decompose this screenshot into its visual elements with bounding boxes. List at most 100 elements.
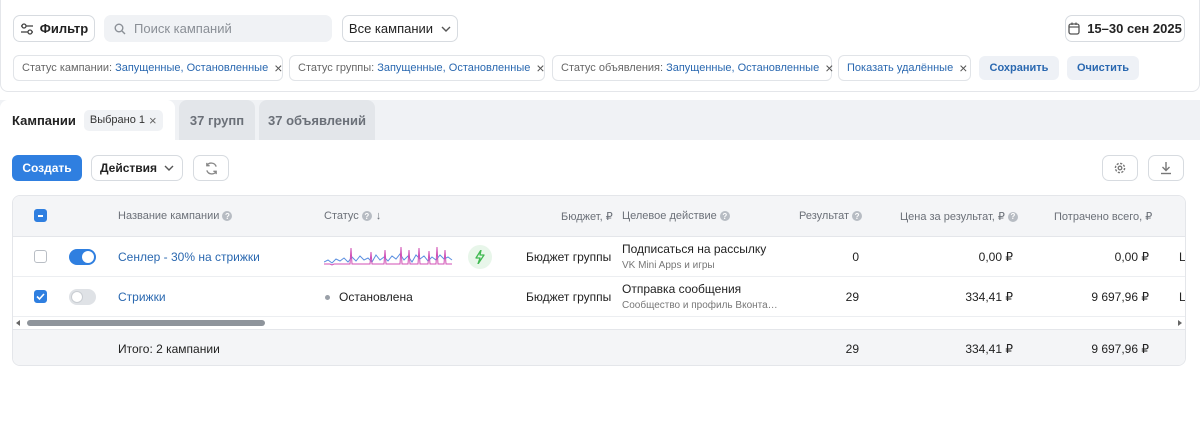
campaign-name-link[interactable]: Сенлер - 30% на стрижки <box>118 250 260 264</box>
extra-column-value: L <box>1179 250 1186 264</box>
chip-ad-status[interactable]: Статус объявления: Запущенные, Остановле… <box>552 55 833 81</box>
tab-label: 37 объявлений <box>268 112 366 128</box>
create-button[interactable]: Создать <box>12 155 82 181</box>
create-label: Создать <box>22 161 72 175</box>
row-checkbox[interactable] <box>34 290 47 303</box>
result-value: 0 <box>852 250 859 264</box>
chip-value: Запущенные, Остановленные <box>666 62 820 74</box>
chip-campaign-status[interactable]: Статус кампании: Запущенные, Остановленн… <box>13 55 283 81</box>
tabs-bar: Кампании Выбрано 1 × 37 групп 37 объявле… <box>0 100 1200 140</box>
scroll-left-arrow-icon[interactable] <box>16 320 20 326</box>
chip-value: Запущенные, Остановленные <box>115 62 269 74</box>
totals-price: 334,41 ₽ <box>965 342 1013 356</box>
th-result-label: Результат <box>799 210 850 222</box>
campaigns-select-value: Все кампании <box>348 21 434 36</box>
price-value: 0,00 ₽ <box>978 250 1013 264</box>
selected-badge-label: Выбрано 1 <box>89 114 146 126</box>
close-icon[interactable]: × <box>536 61 544 75</box>
status-text: Остановлена <box>339 290 413 304</box>
campaign-name-link[interactable]: Стрижки <box>118 290 166 304</box>
table-row[interactable]: Стрижки Остановлена Бюджет группы Отправ… <box>13 277 1185 317</box>
campaign-toggle[interactable] <box>69 289 96 305</box>
info-icon[interactable]: ? <box>1007 211 1018 222</box>
info-icon[interactable]: ? <box>361 211 372 221</box>
campaigns-select[interactable]: Все кампании <box>342 15 458 42</box>
gear-icon <box>1114 162 1126 174</box>
tab-groups[interactable]: 37 групп <box>179 100 255 140</box>
horizontal-scrollbar[interactable] <box>13 317 1185 329</box>
search-icon <box>114 23 126 34</box>
selected-badge: Выбрано 1 × <box>83 109 163 131</box>
budget-value: Бюджет группы <box>526 290 612 304</box>
close-icon[interactable]: × <box>149 113 157 128</box>
date-range-value: 15–30 сен 2025 <box>1087 21 1182 36</box>
save-label: Сохранить <box>989 62 1049 74</box>
price-value: 334,41 ₽ <box>965 290 1013 304</box>
th-spent-label: Потрачено всего, ₽ <box>1054 211 1153 223</box>
extra-column-value: L <box>1179 290 1186 304</box>
tab-ads[interactable]: 37 объявлений <box>259 100 375 140</box>
filter-button[interactable]: Фильтр <box>13 15 95 42</box>
chevron-down-icon <box>441 26 451 32</box>
select-all-checkbox[interactable] <box>34 209 47 222</box>
th-price-label: Цена за результат, ₽ <box>900 211 1005 223</box>
close-icon[interactable]: × <box>825 61 833 75</box>
info-icon[interactable]: ? <box>719 211 730 221</box>
download-button[interactable] <box>1148 155 1184 181</box>
scroll-right-arrow-icon[interactable] <box>1178 320 1182 326</box>
totals-result: 29 <box>845 342 859 356</box>
campaigns-table: Название кампании ? Статус ? ↓ Бюджет, ₽… <box>12 195 1186 366</box>
settings-button[interactable] <box>1102 155 1138 181</box>
sort-arrow-icon[interactable]: ↓ <box>376 210 382 222</box>
search-field[interactable] <box>104 15 332 42</box>
spent-value: 0,00 ₽ <box>1114 250 1149 264</box>
info-icon[interactable]: ? <box>222 211 233 221</box>
campaign-toggle[interactable] <box>69 249 96 265</box>
th-name[interactable]: Название кампании ? <box>118 210 233 222</box>
save-filter-button[interactable]: Сохранить <box>979 56 1059 80</box>
chip-group-status[interactable]: Статус группы: Запущенные, Остановленные… <box>289 55 545 81</box>
chip-label: Статус объявления: <box>561 62 664 74</box>
th-price[interactable]: Цена за результат, ₽ ? <box>900 210 1018 223</box>
th-result[interactable]: Результат ? <box>799 210 863 222</box>
chip-value: Показать удалённые <box>847 62 954 74</box>
th-spent[interactable]: Потрачено всего, ₽ <box>1054 210 1152 223</box>
info-icon[interactable]: ? <box>852 211 863 221</box>
clear-label: Очистить <box>1076 62 1130 74</box>
close-icon[interactable]: × <box>274 61 282 75</box>
filter-panel: Фильтр Все кампании 15–30 сен 2025 Стату… <box>0 0 1200 92</box>
sliders-icon <box>20 22 33 35</box>
lightning-icon[interactable] <box>468 245 492 269</box>
th-target-label: Целевое действие <box>622 210 717 222</box>
status-dot <box>325 295 330 300</box>
th-status[interactable]: Статус ? ↓ <box>324 210 381 222</box>
close-icon[interactable]: × <box>959 61 967 75</box>
date-range-button[interactable]: 15–30 сен 2025 <box>1065 15 1185 42</box>
chip-label: Статус группы: <box>298 62 375 74</box>
scrollbar-thumb[interactable] <box>27 320 265 326</box>
chip-show-deleted[interactable]: Показать удалённые × <box>838 55 971 81</box>
totals-label: Итого: 2 кампании <box>118 342 220 356</box>
table-footer-totals: Итого: 2 кампании 29 334,41 ₽ 9 697,96 ₽ <box>13 329 1185 365</box>
row-checkbox[interactable] <box>34 250 47 263</box>
chevron-down-icon <box>164 165 174 171</box>
search-input[interactable] <box>134 21 314 36</box>
chip-label: Статус кампании: <box>22 62 113 74</box>
th-name-label: Название кампании <box>118 210 220 222</box>
spent-value: 9 697,96 ₽ <box>1091 290 1149 304</box>
calendar-icon <box>1068 22 1080 35</box>
filter-label: Фильтр <box>39 21 89 36</box>
totals-spent: 9 697,96 ₽ <box>1091 342 1149 356</box>
clear-filter-button[interactable]: Очистить <box>1067 56 1139 80</box>
th-budget[interactable]: Бюджет, ₽ <box>561 210 613 223</box>
refresh-button[interactable] <box>193 155 229 181</box>
tab-campaigns[interactable]: Кампании Выбрано 1 × <box>0 100 175 140</box>
target-action-sub: Сообщество и профиль Вконта… <box>622 300 778 311</box>
table-header: Название кампании ? Статус ? ↓ Бюджет, ₽… <box>13 196 1185 237</box>
th-target[interactable]: Целевое действие ? <box>622 210 730 222</box>
actions-label: Действия <box>99 161 158 175</box>
actions-menu-button[interactable]: Действия <box>91 155 183 181</box>
target-action-sub: VK Mini Apps и игры <box>622 260 715 271</box>
tab-label: 37 групп <box>189 112 245 128</box>
table-row[interactable]: Сенлер - 30% на стрижки Бюджет группы По… <box>13 237 1185 277</box>
